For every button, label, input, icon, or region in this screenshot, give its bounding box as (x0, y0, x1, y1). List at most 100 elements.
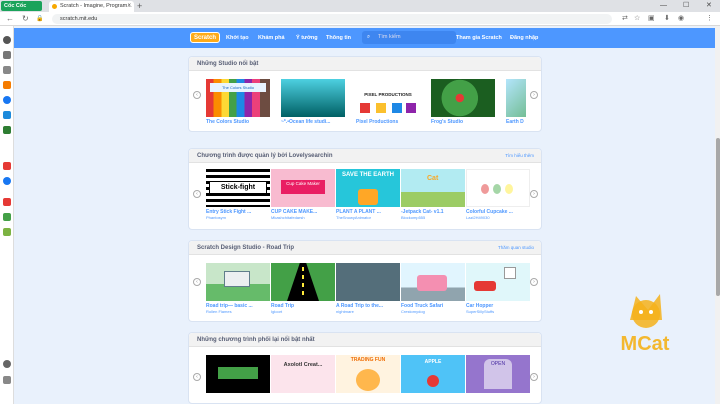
menu-icon[interactable]: ⋮ (706, 13, 713, 25)
card-author[interactable]: Blockomp555 (401, 215, 465, 220)
project-card[interactable]: Stick-fight Entry Stick Fight ... Phanto… (206, 169, 270, 220)
messenger-icon[interactable] (3, 96, 11, 104)
project-card[interactable]: OPEN (466, 355, 530, 393)
menu-about[interactable]: Thông tin (326, 28, 351, 48)
card-author[interactable]: nightmare (336, 309, 400, 314)
next-arrow-icon[interactable]: › (530, 91, 538, 99)
lock-icon[interactable]: 🔒 (36, 13, 43, 25)
card-thumbnail[interactable] (506, 79, 526, 117)
prev-arrow-icon[interactable]: ‹ (193, 373, 201, 381)
project-card[interactable] (206, 355, 270, 393)
prev-arrow-icon[interactable]: ‹ (193, 190, 201, 198)
next-arrow-icon[interactable]: › (530, 190, 538, 198)
card-thumbnail[interactable]: The Colors Studio (206, 79, 270, 117)
menu-ideas[interactable]: Ý tưởng (296, 28, 318, 48)
notification-bell-icon[interactable] (3, 360, 11, 368)
studio-card[interactable]: Earth D (506, 79, 526, 125)
card-thumbnail[interactable]: Cat (401, 169, 465, 207)
join-scratch-link[interactable]: Tham gia Scratch (456, 28, 502, 48)
scratch-logo[interactable]: Scratch (190, 32, 220, 43)
back-icon[interactable]: ← (6, 13, 14, 25)
card-thumbnail[interactable]: TRADING FUN (336, 355, 400, 393)
controller-icon[interactable] (3, 126, 11, 134)
card-title[interactable]: Frog's Studio (431, 119, 495, 125)
close-tab-icon[interactable]: × (127, 1, 131, 12)
project-card[interactable]: Car Hopper SuperSillyStuffs (466, 263, 530, 314)
project-card[interactable]: TRADING FUN (336, 355, 400, 393)
card-author[interactable]: Lazi2H49030 (466, 215, 530, 220)
history-icon[interactable] (3, 51, 11, 59)
game-icon[interactable] (3, 81, 11, 89)
search-input[interactable]: ⌕ Tìm kiếm (362, 31, 456, 44)
prev-arrow-icon[interactable]: ‹ (193, 278, 201, 286)
next-arrow-icon[interactable]: › (530, 278, 538, 286)
card-author[interactable]: Igloort (271, 309, 335, 314)
studio-card[interactable]: PIXEL PRODUCTIONS Pixel Productions (356, 79, 420, 125)
card-author[interactable]: Phantosym (206, 215, 270, 220)
project-card[interactable]: Cat -Jetpack Cat- v1.1 Blockomp555 (401, 169, 465, 220)
project-card[interactable]: Food Truck Safari Crestomydog (401, 263, 465, 314)
sign-in-link[interactable]: Đăng nhập (510, 28, 538, 48)
menu-explore[interactable]: Khám phá (258, 28, 285, 48)
close-window-icon[interactable]: ✕ (706, 0, 712, 12)
reload-icon[interactable]: ↻ (22, 13, 29, 25)
card-author[interactable]: TheSnowyAnimator (336, 215, 400, 220)
card-thumbnail[interactable] (431, 79, 495, 117)
settings-icon[interactable] (3, 36, 11, 44)
scrollbar-thumb[interactable] (716, 138, 720, 296)
page-scrollbar[interactable] (715, 26, 720, 404)
card-thumbnail[interactable] (271, 263, 335, 301)
project-card[interactable]: Axolotl Creat... (271, 355, 335, 393)
studio-card[interactable]: ~*.•Ocean life studi... (281, 79, 345, 125)
coccoc-brand-button[interactable]: Cốc Cốc (1, 1, 42, 11)
card-thumbnail[interactable] (401, 263, 465, 301)
youtube-icon[interactable] (3, 162, 11, 170)
card-title[interactable]: The Colors Studio (206, 119, 270, 125)
card-author[interactable]: Rollen Flames (206, 309, 270, 314)
studio-card[interactable]: The Colors Studio The Colors Studio (206, 79, 270, 125)
bookmark-star-icon[interactable]: ☆ (634, 13, 640, 25)
card-title[interactable]: ~*.•Ocean life studi... (281, 119, 345, 125)
card-author[interactable]: Mkashchitafedarsh (271, 215, 335, 220)
extension-icon[interactable]: ▣ (648, 13, 655, 25)
shopee-icon[interactable] (3, 198, 11, 206)
project-card[interactable]: Cup Cake Maker CUP CAKE MAKE... Mkashchi… (271, 169, 335, 220)
facebook-icon[interactable] (3, 177, 11, 185)
card-author[interactable]: SuperSillyStuffs (466, 309, 530, 314)
card-thumbnail[interactable] (206, 263, 270, 301)
card-thumbnail[interactable] (206, 355, 270, 393)
card-title[interactable]: Pixel Productions (356, 119, 420, 125)
sheet-icon[interactable] (3, 228, 11, 236)
card-thumbnail[interactable]: Axolotl Creat... (271, 355, 335, 393)
map-icon[interactable] (3, 213, 11, 221)
card-title[interactable]: Earth D (506, 119, 526, 125)
prev-arrow-icon[interactable]: ‹ (193, 91, 201, 99)
card-thumbnail[interactable]: Stick-fight (206, 169, 270, 207)
card-thumbnail[interactable]: PIXEL PRODUCTIONS (356, 79, 420, 117)
more-icon[interactable] (3, 376, 11, 384)
card-thumbnail[interactable]: Cup Cake Maker (271, 169, 335, 207)
project-card[interactable]: Road trip— basic ... Rollen Flames (206, 263, 270, 314)
profile-icon[interactable]: ◉ (678, 13, 684, 25)
card-thumbnail[interactable] (281, 79, 345, 117)
project-card[interactable]: APPLE (401, 355, 465, 393)
card-thumbnail[interactable] (466, 169, 530, 207)
card-thumbnail[interactable]: APPLE (401, 355, 465, 393)
card-thumbnail[interactable] (466, 263, 530, 301)
translate-icon[interactable]: ⇄ (622, 13, 628, 25)
project-card[interactable]: Road Trip Igloort (271, 263, 335, 314)
card-thumbnail[interactable] (336, 263, 400, 301)
menu-create[interactable]: Khởi tạo (226, 28, 249, 48)
maximize-icon[interactable]: ☐ (683, 0, 689, 12)
next-arrow-icon[interactable]: › (530, 373, 538, 381)
minimize-icon[interactable]: — (660, 0, 667, 12)
download-icon[interactable]: ⬇ (664, 13, 670, 25)
studio-card[interactable]: Frog's Studio (431, 79, 495, 125)
project-card[interactable]: A Road Trip to the... nightmare (336, 263, 400, 314)
notes-icon[interactable] (3, 66, 11, 74)
browser-tab[interactable]: Scratch - Imagine, Program... × (49, 1, 134, 12)
card-thumbnail[interactable]: SAVE THE EARTH (336, 169, 400, 207)
project-card[interactable]: SAVE THE EARTH PLANT A PLANT ... TheSnow… (336, 169, 400, 220)
new-tab-icon[interactable]: + (137, 0, 142, 12)
project-card[interactable]: Colorful Cupcake ... Lazi2H49030 (466, 169, 530, 220)
